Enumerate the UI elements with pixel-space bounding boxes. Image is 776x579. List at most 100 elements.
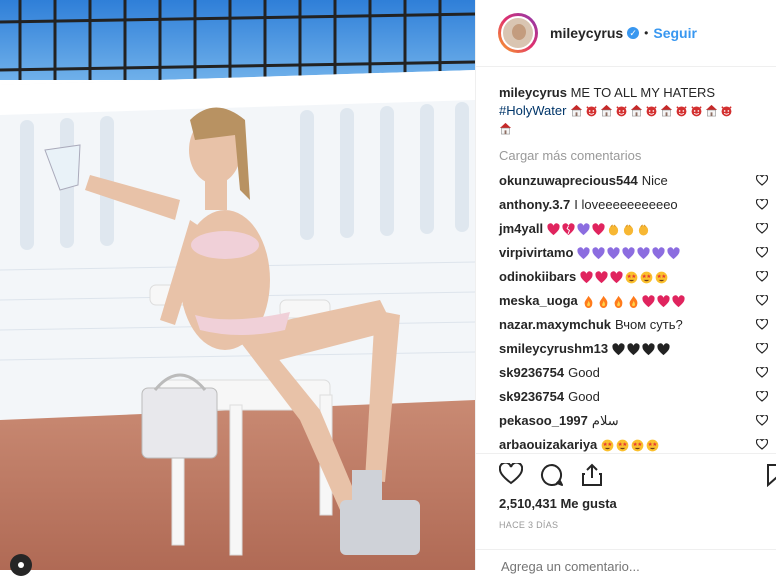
load-more-comments-button[interactable]: Cargar más comentarios [499,147,776,165]
comment-like-heart-icon[interactable] [756,247,768,258]
comment-username[interactable]: virpivirtamo [499,244,573,262]
share-icon[interactable] [581,463,603,487]
fire-emoji-icon [584,295,593,308]
comment-row: meska_uoga [499,289,776,313]
red-heart-emoji-icon [672,294,685,307]
purple-heart-emoji-icon [637,246,651,259]
comment-like-heart-icon[interactable] [756,271,768,282]
purple-heart-emoji-icon [577,246,591,259]
fire-emoji-icon [614,295,623,308]
comment-like-heart-icon[interactable] [756,391,768,402]
star-eyes-emoji-icon [640,271,653,283]
comment-username[interactable]: okunzuwaprecious544 [499,172,638,190]
purple-heart-emoji-icon [577,222,590,235]
comment-row: virpivirtamo [499,241,776,265]
comment-username[interactable]: jm4yall [499,220,543,238]
photo-tag-indicator[interactable] [10,554,32,576]
devil-emoji-icon [646,106,657,117]
star-eyes-emoji-icon [616,439,629,451]
comment-username[interactable]: anthony.3.7 [499,196,570,214]
comment-row: smileycyrushm13 [499,337,776,361]
comment-text: I loveeeeeeeeeeo [574,197,678,212]
black-heart-emoji-icon [612,342,625,355]
comment-row: sk9236754 Good [499,361,776,385]
post-timestamp[interactable]: HACE 3 DÍAS [499,520,558,530]
purple-heart-emoji-icon [607,246,621,259]
comment-like-heart-icon[interactable] [756,175,768,186]
comment-username[interactable]: odinokiibars [499,268,576,286]
header-username[interactable]: mileycyrus [550,25,623,41]
comment-like-heart-icon[interactable] [756,343,768,354]
comment-icon[interactable] [540,463,564,487]
black-heart-emoji-icon [642,342,655,355]
add-comment-bar [476,549,776,579]
clap-emoji-icon [608,224,619,236]
purple-heart-emoji-icon [652,246,666,259]
black-heart-emoji-icon [627,342,640,355]
post-photo[interactable] [0,0,475,570]
house-emoji-icon [570,104,583,117]
devil-emoji-icon [721,106,732,117]
hashtag-link[interactable]: #HolyWater [499,103,566,118]
devil-emoji-icon [586,106,597,117]
comment-like-heart-icon[interactable] [756,319,768,330]
comment-text: Good [568,365,600,380]
comment-row: jm4yall [499,217,776,241]
devil-emoji-icon [691,106,702,117]
heart-icon[interactable] [499,463,523,485]
comment-input[interactable] [499,558,743,575]
red-heart-emoji-icon [610,270,623,283]
purple-heart-emoji-icon [592,246,606,259]
purple-heart-emoji-icon [667,246,681,259]
comment-like-heart-icon[interactable] [756,439,768,450]
avatar[interactable] [498,13,538,53]
red-heart-emoji-icon [580,270,593,283]
post-image [0,0,475,570]
caption-text: ME TO ALL MY HATERS [570,85,716,100]
likes-count[interactable]: 2,510,431 Me gusta [499,496,617,511]
comment-username[interactable]: nazar.maxymchuk [499,316,611,334]
devil-emoji-icon [676,106,687,117]
red-heart-emoji-icon [595,270,608,283]
comment-text: Вчом суть? [615,317,683,332]
devil-emoji-icon [616,106,627,117]
red-heart-emoji-icon [592,222,605,235]
house-emoji-icon [630,104,643,117]
comment-like-heart-icon[interactable] [756,223,768,234]
comment-row: sk9236754 Good [499,385,776,409]
post-header: mileycyrus ✓ • Seguir [476,0,776,67]
comment-row: pekasoo_1997 سلام [499,409,776,433]
house-emoji-icon [499,122,512,135]
comment-text: Nice [641,173,668,188]
caption-username[interactable]: mileycyrus [499,85,567,100]
comment-username[interactable]: arbaouizakariya [499,436,597,454]
follow-button[interactable]: Seguir [653,25,697,41]
comment-like-heart-icon[interactable] [756,367,768,378]
bookmark-icon[interactable] [766,463,776,487]
comment-like-heart-icon[interactable] [756,295,768,306]
comment-row: nazar.maxymchuk Вчом суть? [499,313,776,337]
house-emoji-icon [705,104,718,117]
star-eyes-emoji-icon [601,439,614,451]
star-eyes-emoji-icon [631,439,644,451]
black-heart-emoji-icon [657,342,670,355]
house-emoji-icon [660,104,673,117]
comment-username[interactable]: sk9236754 [499,388,564,406]
comment-username[interactable]: smileycyrushm13 [499,340,608,358]
purple-heart-emoji-icon [622,246,636,259]
comment-row: okunzuwaprecious544 Nice [499,169,776,193]
comment-username[interactable]: sk9236754 [499,364,564,382]
comment-like-heart-icon[interactable] [756,199,768,210]
comment-username[interactable]: pekasoo_1997 [499,412,588,430]
star-eyes-emoji-icon [655,271,668,283]
verified-badge-icon: ✓ [627,27,640,39]
star-eyes-emoji-icon [646,439,659,451]
clap-emoji-icon [623,224,634,236]
comment-like-heart-icon[interactable] [756,415,768,426]
comment-text: Good [568,389,600,404]
house-emoji-icon [600,104,613,117]
comment-username[interactable]: meska_uoga [499,292,578,310]
fire-emoji-icon [599,295,608,308]
comment-list: okunzuwaprecious544 Nice anthony.3.7 I love… [499,169,776,457]
red-heart-emoji-icon [642,294,655,307]
